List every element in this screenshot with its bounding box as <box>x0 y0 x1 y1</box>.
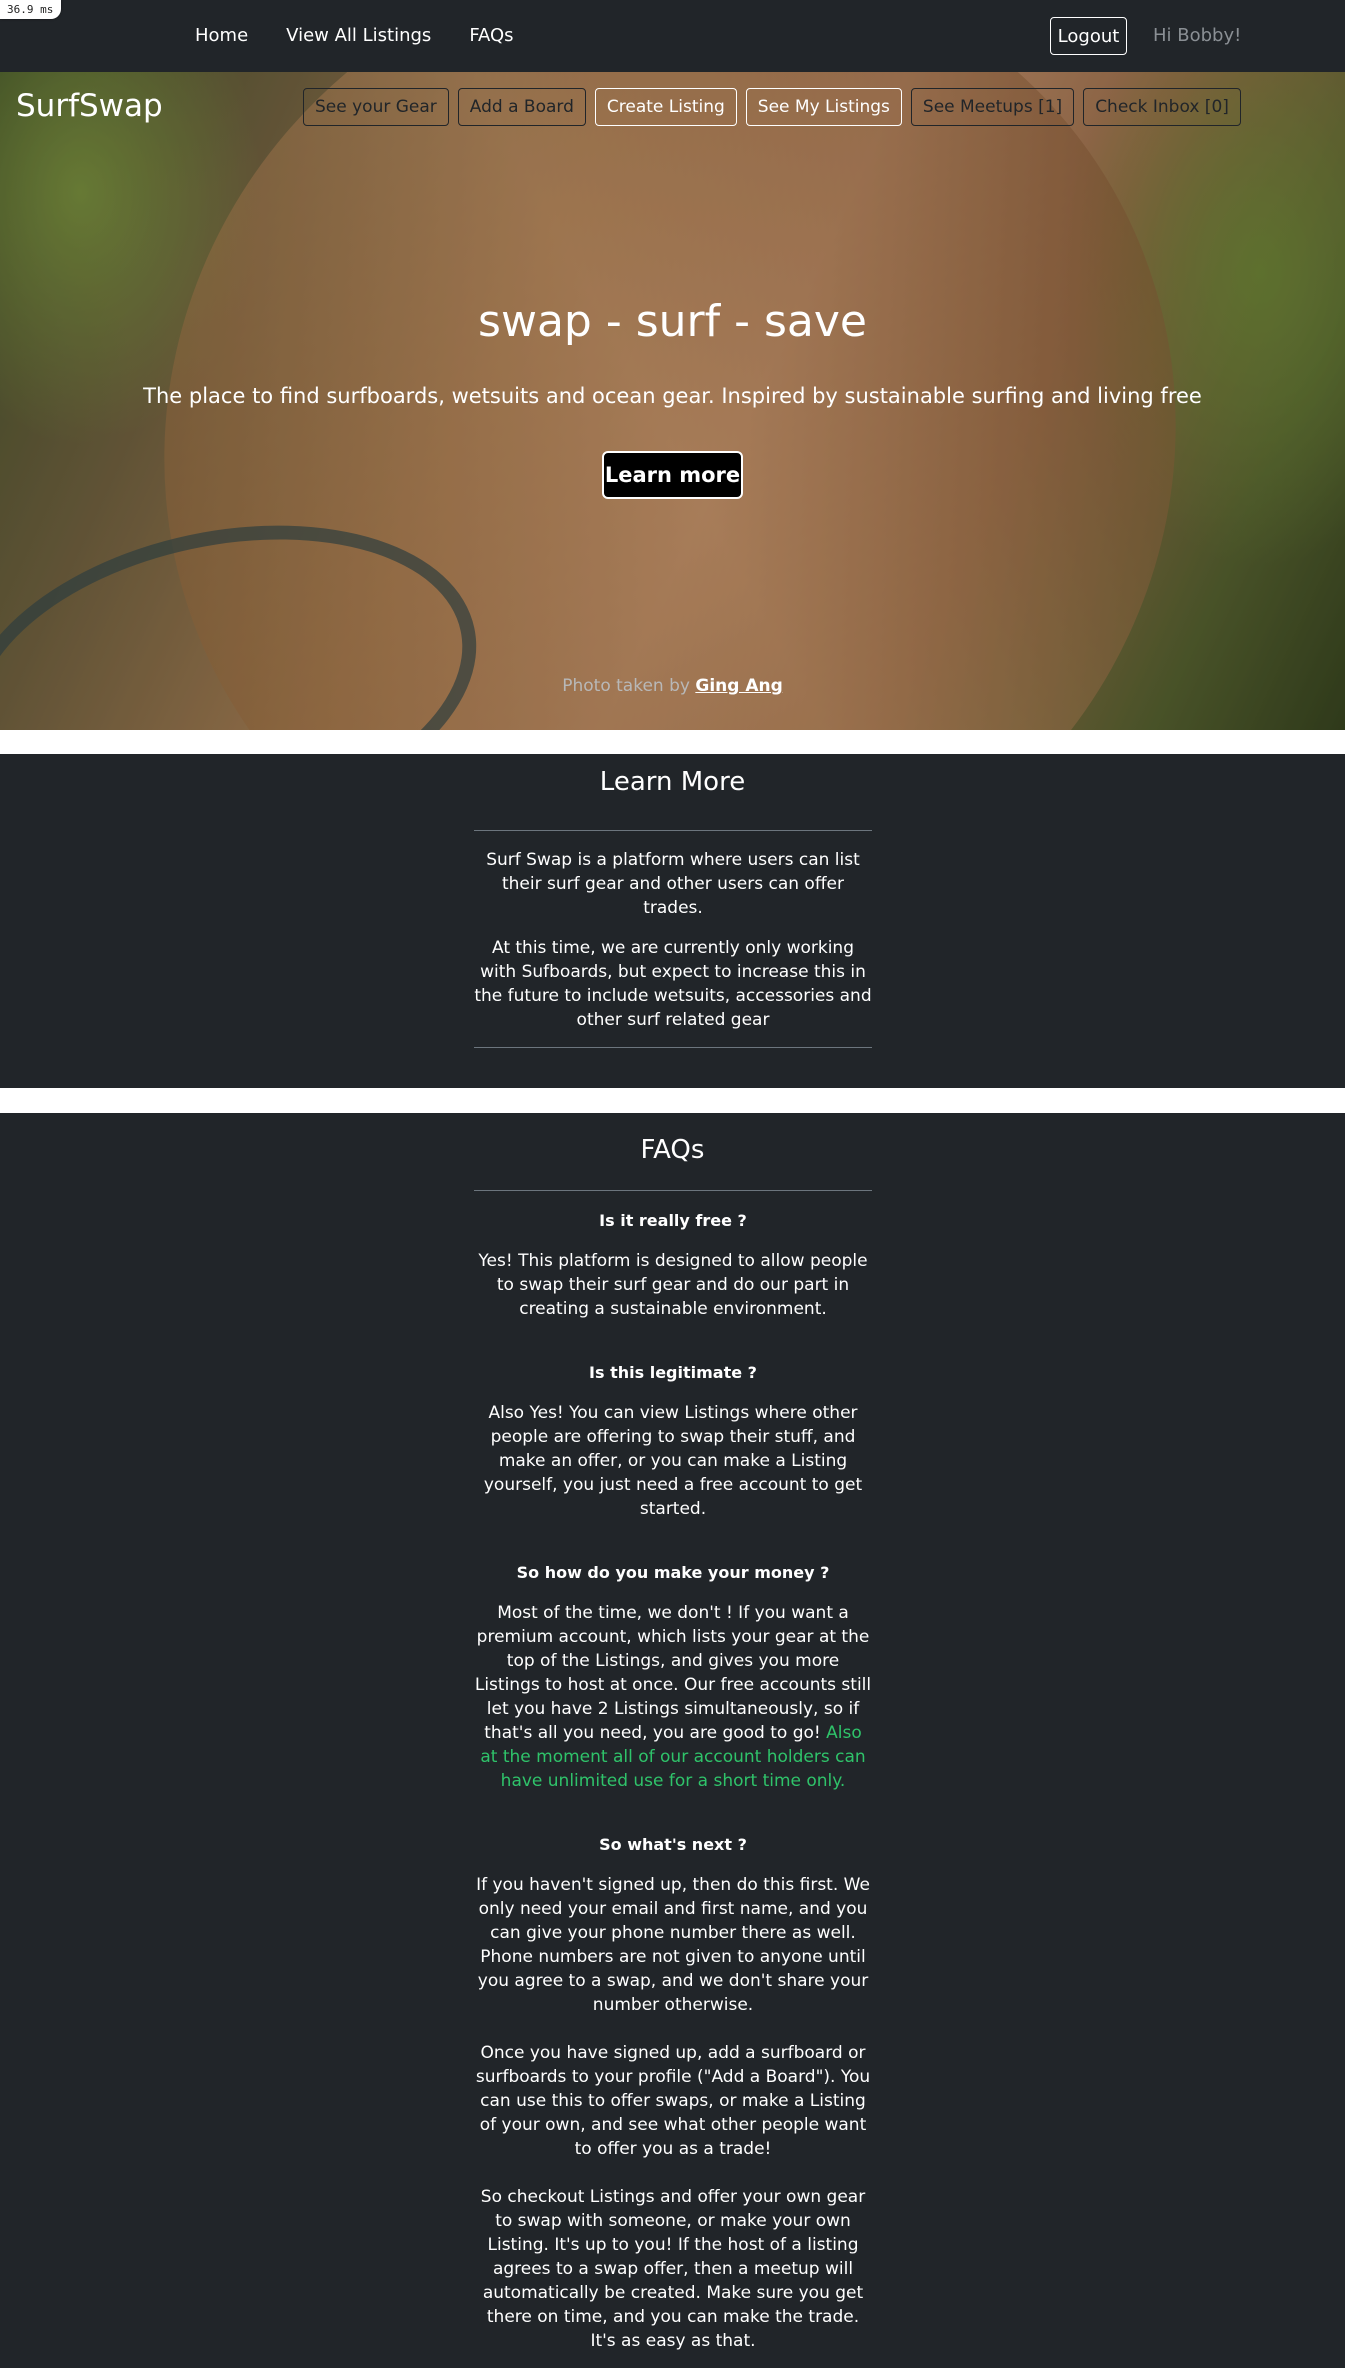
faq-answer: Also Yes! You can view Listings where ot… <box>483 1403 863 1519</box>
hero-subtitle: The place to find surfboards, wetsuits a… <box>143 384 1202 408</box>
render-time-badge: 36.9 ms <box>0 0 62 19</box>
photo-credit-author-link[interactable]: Ging Ang <box>695 676 782 696</box>
hero-title: swap - surf - save <box>478 296 867 347</box>
learn-more-paragraph: At this time, we are currently only work… <box>474 938 872 1030</box>
faq-answer: If you haven't signed up, then do this f… <box>476 1875 870 2015</box>
brand-logo[interactable]: SurfSwap <box>16 88 163 124</box>
faq-question: So how do you make your money ? <box>516 1563 830 1582</box>
photo-credit: Photo taken by Ging Ang <box>0 676 1345 696</box>
nav-links: Home View All Listings FAQs <box>195 25 514 46</box>
logout-button[interactable]: Logout <box>1050 17 1127 55</box>
divider <box>474 830 872 831</box>
learn-more-paragraph: Surf Swap is a platform where users can … <box>486 850 860 918</box>
learn-more-button[interactable]: Learn more <box>602 451 743 499</box>
faq-answer: So checkout Listings and offer your own … <box>480 2187 866 2351</box>
add-a-board-button[interactable]: Add a Board <box>457 88 586 126</box>
top-navbar: Home View All Listings FAQs Logout Hi Bo… <box>0 0 1345 72</box>
user-action-bar: See your Gear Add a Board Create Listing… <box>303 88 1241 126</box>
check-inbox-button[interactable]: Check Inbox [0] <box>1083 88 1241 126</box>
learn-more-heading: Learn More <box>599 767 746 797</box>
faq-question: Is it really free ? <box>599 1211 747 1230</box>
user-greeting: Hi Bobby! <box>1153 25 1242 46</box>
nav-home-link[interactable]: Home <box>195 25 248 46</box>
faqs-section: FAQs Is it really free ? Yes! This platf… <box>0 1113 1345 2368</box>
faq-answer: Once you have signed up, add a surfboard… <box>475 2043 871 2159</box>
divider <box>474 1190 872 1191</box>
faq-answer-text: Most of the time, we don't ! If you want… <box>474 1603 872 1743</box>
faq-question: Is this legitimate ? <box>589 1363 757 1382</box>
learn-more-section: Learn More Surf Swap is a platform where… <box>0 754 1345 1088</box>
faqs-heading: FAQs <box>640 1135 705 1165</box>
nav-faqs-link[interactable]: FAQs <box>469 25 513 46</box>
see-your-gear-button[interactable]: See your Gear <box>303 88 449 126</box>
nav-view-all-listings-link[interactable]: View All Listings <box>286 25 431 46</box>
divider <box>474 1047 872 1048</box>
faq-answer: Yes! This platform is designed to allow … <box>478 1251 868 1319</box>
see-meetups-button[interactable]: See Meetups [1] <box>910 88 1075 126</box>
photo-credit-prefix: Photo taken by <box>562 676 690 696</box>
learn-more-content: Surf Swap is a platform where users can … <box>474 830 872 1048</box>
faq-question: So what's next ? <box>599 1835 747 1854</box>
faq-answer: Most of the time, we don't ! If you want… <box>474 1601 872 1793</box>
faqs-content: Is it really free ? Yes! This platform i… <box>474 1190 872 2368</box>
create-listing-button[interactable]: Create Listing <box>594 88 737 126</box>
see-my-listings-button[interactable]: See My Listings <box>745 88 902 126</box>
